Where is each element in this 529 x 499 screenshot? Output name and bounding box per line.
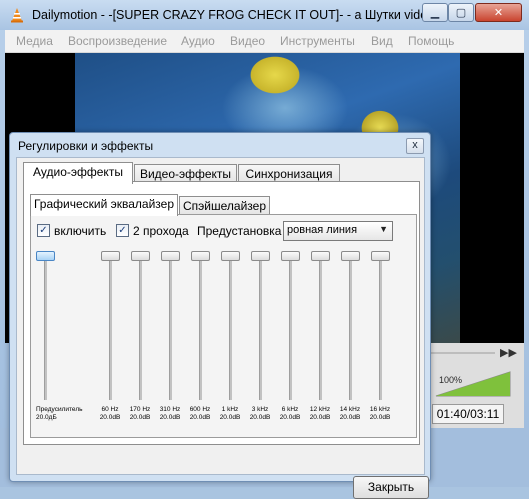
band-label-value: 20.0dB [369, 414, 391, 421]
menu-media[interactable]: Медиа [16, 34, 53, 48]
menu-tools[interactable]: Инструменты [280, 34, 355, 48]
menu-audio[interactable]: Аудио [181, 34, 215, 48]
two-pass-label: 2 прохода [133, 224, 189, 238]
band-slider-handle[interactable] [131, 251, 150, 261]
enable-label: включить [54, 224, 107, 238]
audio-effects-panel: Графический эквалайзер Спэйшелайзер ✓ вк… [23, 181, 420, 445]
preset-select[interactable]: ровная линия ▼ [283, 221, 393, 241]
check-icon: ✓ [118, 225, 127, 236]
equalizer-panel: ✓ включить ✓ 2 прохода Предустановка ров… [30, 214, 417, 438]
band-slider-track[interactable] [319, 255, 322, 400]
close-button[interactable]: Закрыть [353, 476, 429, 499]
band-slider-handle[interactable] [341, 251, 360, 261]
band-slider-track[interactable] [169, 255, 172, 400]
band-slider-track[interactable] [139, 255, 142, 400]
preamp-label: Предусилитель 20.0дБ [36, 406, 96, 422]
window-close-button[interactable]: ✕ [475, 3, 522, 22]
menu-video[interactable]: Видео [230, 34, 265, 48]
band-slider-track[interactable] [259, 255, 262, 400]
band-slider-track[interactable] [229, 255, 232, 400]
effects-dialog: Регулировки и эффекты x Аудио-эффекты Ви… [9, 132, 431, 499]
minimize-icon: ▁ [430, 7, 440, 19]
seek-bar[interactable] [425, 352, 495, 354]
preset-value: ровная линия [287, 224, 358, 236]
preamp-label-name: Предусилитель [36, 406, 83, 413]
preamp-label-value: 20.0дБ [36, 414, 57, 421]
band-slider-handle[interactable] [281, 251, 300, 261]
check-icon: ✓ [39, 225, 48, 236]
chevron-down-icon: ▼ [379, 224, 388, 234]
preamp-slider-handle[interactable] [36, 251, 55, 261]
band-slider-handle[interactable] [311, 251, 330, 261]
menu-help[interactable]: Помощь [408, 34, 454, 48]
maximize-button[interactable]: ▢ [448, 3, 474, 22]
band-slider-handle[interactable] [161, 251, 180, 261]
dialog-body: Аудио-эффекты Видео-эффекты Синхронизаци… [16, 157, 429, 499]
menu-bar: Медиа Воспроизведение Аудио Видео Инстру… [5, 30, 524, 53]
band-label: 16 kHz 20.0dB [362, 406, 398, 422]
close-icon: ✕ [493, 7, 504, 19]
time-display[interactable]: 01:40/03:11 [432, 404, 504, 424]
menu-view[interactable]: Вид [371, 34, 393, 48]
window-title: Dailymotion - -[SUPER CRAZY FROG CHECK I… [32, 8, 422, 22]
tab-graphic-equalizer[interactable]: Графический эквалайзер [30, 194, 178, 216]
tab-audio-effects[interactable]: Аудио-эффекты [23, 162, 133, 184]
band-slider-handle[interactable] [221, 251, 240, 261]
minimize-button[interactable]: ▁ [422, 3, 448, 22]
band-slider-track[interactable] [289, 255, 292, 400]
band-slider-handle[interactable] [371, 251, 390, 261]
two-pass-checkbox[interactable]: ✓ [116, 224, 129, 237]
band-label-name: 16 kHz [369, 406, 391, 413]
vlc-cone-icon [11, 8, 23, 23]
band-slider-handle[interactable] [251, 251, 270, 261]
tab-spatializer[interactable]: Спэйшелайзер [179, 196, 270, 216]
maximize-icon: ▢ [455, 7, 467, 19]
preamp-slider-track[interactable] [44, 255, 47, 400]
skip-forward-icon[interactable]: ▶▶ [500, 346, 517, 359]
dialog-title: Регулировки и эффекты [18, 139, 154, 153]
band-slider-track[interactable] [199, 255, 202, 400]
volume-percent: 100% [439, 375, 463, 385]
band-slider-handle[interactable] [191, 251, 210, 261]
window-titlebar[interactable]: Dailymotion - -[SUPER CRAZY FROG CHECK I… [0, 0, 529, 30]
dialog-close-icon[interactable]: x [406, 138, 424, 154]
band-slider-handle[interactable] [101, 251, 120, 261]
preset-label: Предустановка [197, 224, 282, 238]
enable-checkbox[interactable]: ✓ [37, 224, 50, 237]
menu-playback[interactable]: Воспроизведение [68, 34, 167, 48]
band-slider-track[interactable] [379, 255, 382, 400]
band-slider-track[interactable] [349, 255, 352, 400]
band-slider-track[interactable] [109, 255, 112, 400]
